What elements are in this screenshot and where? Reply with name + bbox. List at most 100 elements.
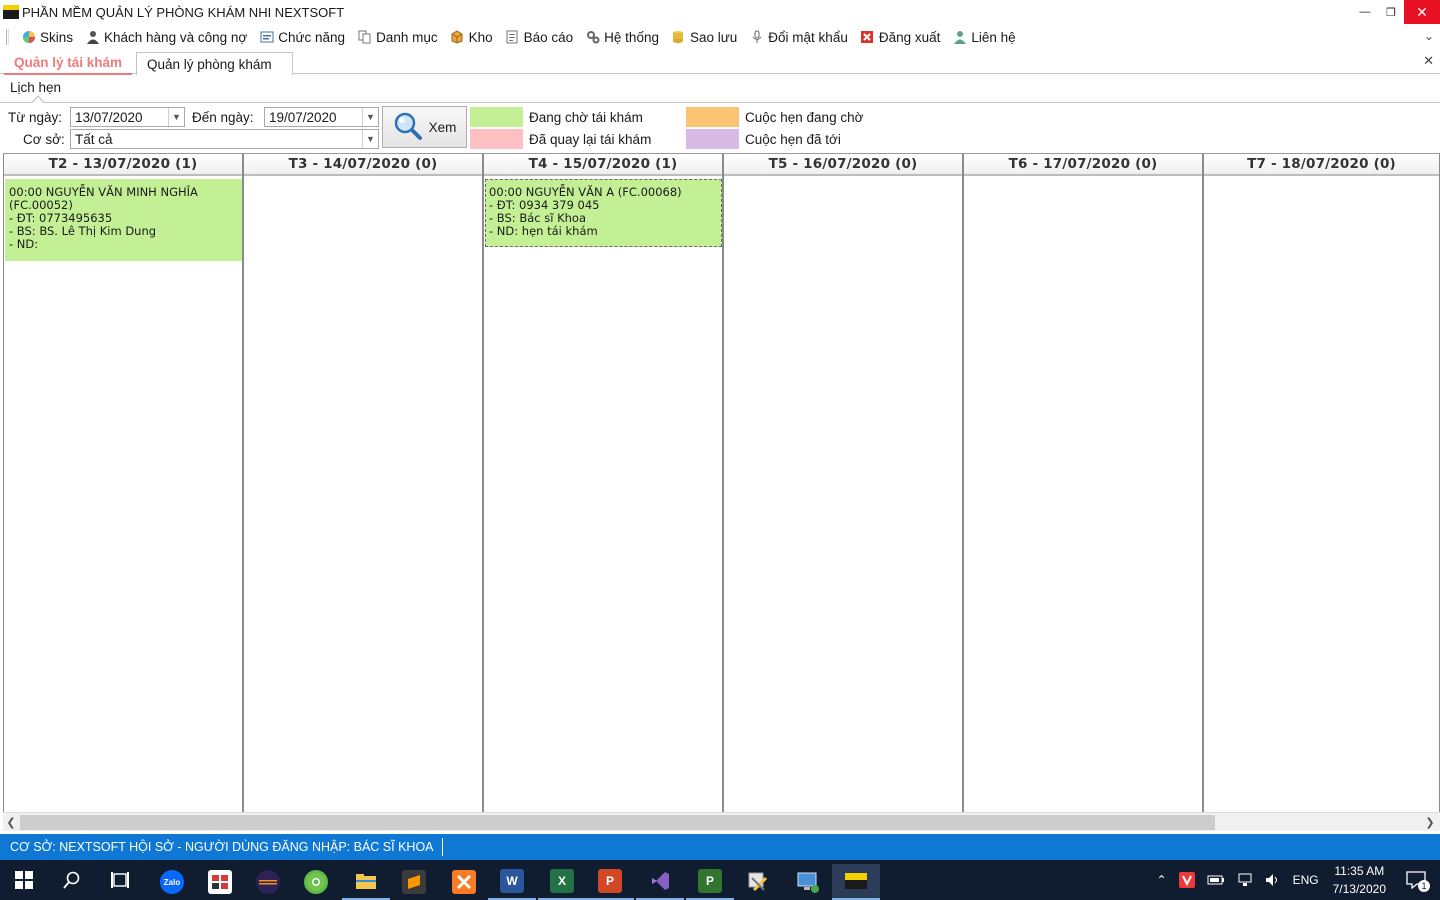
close-window-button[interactable]: ✕ <box>1404 0 1440 24</box>
volume-icon[interactable] <box>1265 873 1281 887</box>
menu-logout[interactable]: Đăng xuất <box>856 25 949 49</box>
clock[interactable]: 11:35 AM 7/13/2020 <box>1333 862 1386 898</box>
day-header-fri[interactable]: T6 - 17/07/2020 (0) <box>964 154 1202 176</box>
vivaldi-tray-icon[interactable] <box>1178 872 1195 888</box>
menu-catalog[interactable]: Danh mục <box>353 25 446 49</box>
project-icon[interactable]: P <box>686 864 734 900</box>
excel-icon[interactable]: X <box>538 864 586 900</box>
appointment-card-2[interactable]: 00:00 NGUYỄN VĂN A (FC.00068) - ĐT: 0934… <box>485 179 722 247</box>
menu-backup[interactable]: Sao lưu <box>667 25 745 49</box>
day-header-mon[interactable]: T2 - 13/07/2020 (1) <box>4 154 242 176</box>
sublime-icon[interactable] <box>390 864 438 900</box>
appointments-group: Lịch hẹn <box>0 75 1440 103</box>
day-header-wed[interactable]: T4 - 15/07/2020 (1) <box>484 154 722 176</box>
menu-change-password[interactable]: Đổi mật khẩu <box>745 25 856 49</box>
group-title: Lịch hẹn <box>10 80 62 95</box>
day-column-fri[interactable]: T6 - 17/07/2020 (0) <box>963 154 1203 813</box>
legend-label-waiting-revisit: Đang chờ tái khám <box>529 110 643 125</box>
start-icon[interactable] <box>0 860 48 900</box>
tab-clinic-management[interactable]: Quản lý phòng khám <box>136 52 293 75</box>
logout-icon <box>860 30 875 45</box>
menu-customers[interactable]: Khách hàng và công nợ <box>81 25 255 49</box>
battery-icon[interactable] <box>1207 874 1225 886</box>
magnifier-icon <box>393 111 423 144</box>
word-icon[interactable]: W <box>488 864 536 900</box>
window-title: PHẦN MỀM QUẢN LÝ PHÒNG KHÁM NHI NEXTSOFT <box>22 4 345 20</box>
day-column-mon[interactable]: T2 - 13/07/2020 (1) 00:00 NGUYỄN VĂN MIN… <box>3 154 243 813</box>
menu-catalog-label: Danh mục <box>376 29 438 45</box>
legend-swatch-pending-appointment <box>686 107 739 127</box>
network-icon[interactable] <box>1237 873 1253 887</box>
menu-contact-label: Liên hệ <box>971 29 1016 45</box>
from-date-picker[interactable]: 13/07/2020 ▼ <box>70 107 185 127</box>
menu-change-password-label: Đổi mật khẩu <box>768 29 848 45</box>
menu-reports-label: Báo cáo <box>523 29 574 45</box>
branch-dropdown-icon[interactable]: ▼ <box>362 130 378 148</box>
branch-value: Tất cả <box>75 131 113 147</box>
appointment-card-1[interactable]: 00:00 NGUYỄN VĂN MINH NGHĨA (FC.00052) -… <box>5 179 242 261</box>
legend-label-pending-appointment: Cuộc hẹn đang chờ <box>745 110 864 125</box>
minimize-button[interactable]: — <box>1352 0 1378 24</box>
tab-revisit-management[interactable]: Quản lý tái khám <box>4 52 133 75</box>
file-explorer-icon[interactable] <box>342 864 390 900</box>
menu-chevron-down-icon[interactable]: ⌄ <box>1424 29 1434 43</box>
day-header-thu[interactable]: T5 - 16/07/2020 (0) <box>724 154 962 176</box>
eclipse-icon[interactable] <box>244 864 292 900</box>
day-column-wed[interactable]: T4 - 15/07/2020 (1) 00:00 NGUYỄN VĂN A (… <box>483 154 723 813</box>
menu-reports[interactable]: Báo cáo <box>501 25 582 49</box>
ultraviewer-icon[interactable] <box>196 864 244 900</box>
legend-swatch-returned <box>470 129 523 149</box>
password-icon <box>749 30 764 45</box>
to-date-dropdown-icon[interactable]: ▼ <box>362 108 378 126</box>
view-button[interactable]: Xem <box>382 106 467 148</box>
menu-skins[interactable]: Skins <box>17 25 81 49</box>
scroll-right-icon[interactable]: ❯ <box>1422 815 1438 830</box>
restore-button[interactable]: ❐ <box>1378 0 1404 24</box>
day-column-sat[interactable]: T7 - 18/07/2020 (0) <box>1203 154 1440 813</box>
zalo-icon[interactable]: Zalo <box>148 864 196 900</box>
zalo-icon-label: Zalo <box>160 870 184 894</box>
search-icon[interactable] <box>48 860 96 900</box>
day-column-thu[interactable]: T5 - 16/07/2020 (0) <box>723 154 963 813</box>
skins-icon <box>21 30 36 45</box>
menu-functions[interactable]: Chức năng <box>255 25 353 49</box>
customer-icon <box>85 30 100 45</box>
close-tab-icon[interactable]: ✕ <box>1423 53 1434 69</box>
notification-count-badge: 1 <box>1418 880 1430 892</box>
tools-icon[interactable] <box>734 864 782 900</box>
chrome-icon[interactable] <box>292 864 340 900</box>
to-date-value: 19/07/2020 <box>269 109 337 125</box>
task-view-icon[interactable] <box>96 860 144 900</box>
visual-studio-icon[interactable] <box>636 864 684 900</box>
day-header-sat[interactable]: T7 - 18/07/2020 (0) <box>1204 154 1439 176</box>
branch-select[interactable]: Tất cả ▼ <box>70 129 379 149</box>
show-hidden-icons-icon[interactable]: ⌃ <box>1157 873 1167 887</box>
branch-label: Cơ sở: <box>23 132 65 147</box>
menu-contact[interactable]: Liên hệ <box>948 25 1023 49</box>
menu-warehouse[interactable]: Kho <box>446 25 501 49</box>
menu-grip <box>6 29 9 45</box>
notification-center-icon[interactable]: 1 <box>1406 871 1430 892</box>
language-indicator[interactable]: ENG <box>1293 873 1319 887</box>
menu-bar: Skins Khách hàng và công nợ Chức năng Da… <box>0 24 1440 50</box>
scroll-left-icon[interactable]: ❮ <box>3 815 19 830</box>
status-bar: CƠ SỞ: NEXTSOFT HỘI SỞ - NGƯỜI DÙNG ĐĂNG… <box>0 834 1440 860</box>
system-icon <box>585 30 600 45</box>
menu-functions-label: Chức năng <box>278 29 346 45</box>
powerpoint-icon[interactable]: P <box>586 864 634 900</box>
day-column-tue[interactable]: T3 - 14/07/2020 (0) <box>243 154 483 813</box>
day-header-tue[interactable]: T3 - 14/07/2020 (0) <box>244 154 482 176</box>
to-date-picker[interactable]: 19/07/2020 ▼ <box>264 107 379 127</box>
menu-customers-label: Khách hàng và công nợ <box>104 29 248 45</box>
scroll-thumb[interactable] <box>20 815 1215 830</box>
tab-strip: Quản lý tái khám Quản lý phòng khám ✕ <box>0 50 1440 75</box>
legend-swatch-waiting-revisit <box>470 107 523 127</box>
week-calendar: T2 - 13/07/2020 (1) 00:00 NGUYỄN VĂN MIN… <box>3 153 1440 813</box>
report-icon <box>505 30 520 45</box>
menu-system[interactable]: Hệ thống <box>581 25 667 49</box>
from-date-dropdown-icon[interactable]: ▼ <box>168 108 184 126</box>
remote-desktop-icon[interactable] <box>784 864 832 900</box>
nextsoft-app-icon[interactable] <box>832 864 880 900</box>
xampp-icon[interactable] <box>440 864 488 900</box>
horizontal-scrollbar[interactable]: ❮ ❯ <box>3 812 1440 831</box>
